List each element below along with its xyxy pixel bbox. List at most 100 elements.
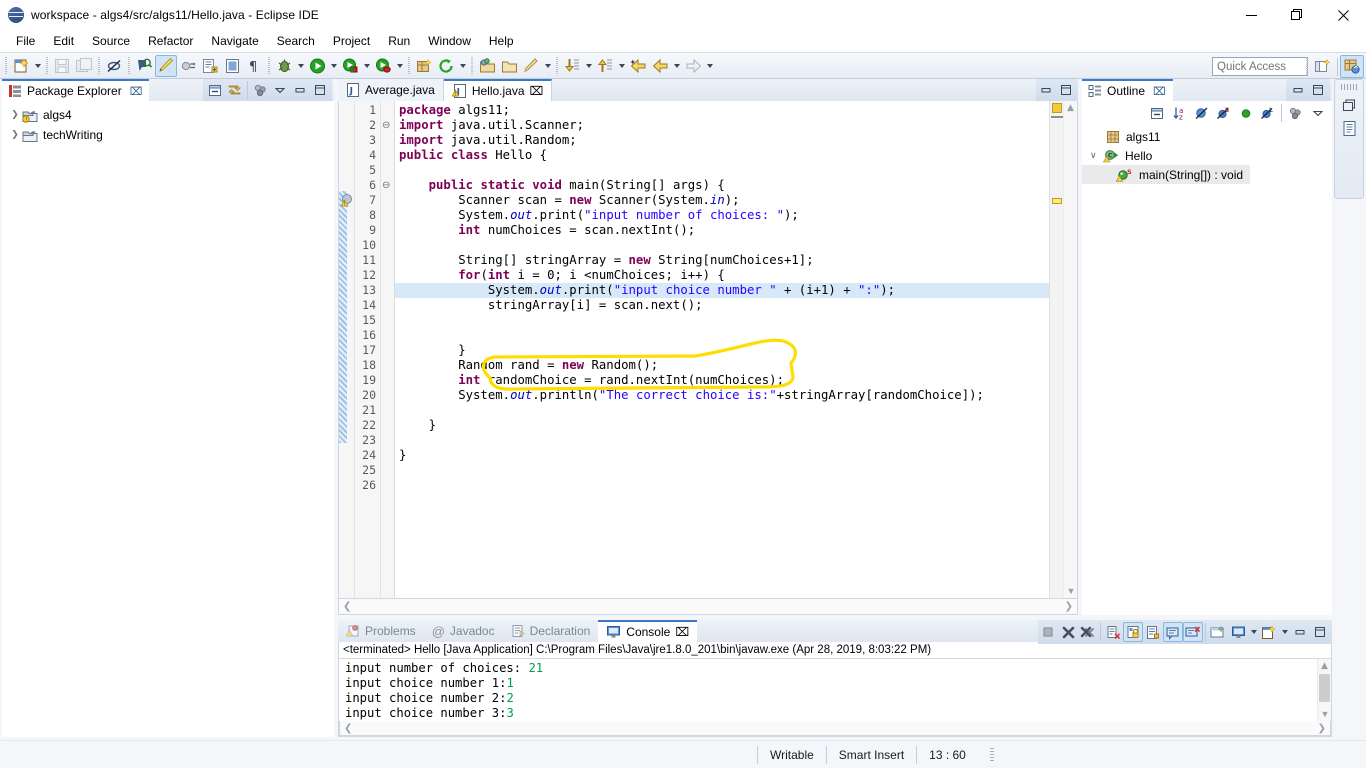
scroll-lock-icon[interactable]	[1123, 622, 1143, 642]
code-line[interactable]	[395, 403, 1049, 418]
code-line[interactable]: int randomChoice = rand.nextInt(numChoic…	[395, 373, 1049, 388]
overview-warning-marker[interactable]	[1052, 103, 1062, 113]
scroll-left-icon[interactable]: ❮	[344, 723, 352, 734]
code-line[interactable]: import java.util.Random;	[395, 133, 1049, 148]
scroll-right-icon[interactable]: ❯	[1318, 723, 1326, 734]
remove-launch-icon[interactable]	[1058, 622, 1078, 642]
close-button[interactable]	[1320, 0, 1366, 30]
menu-window[interactable]: Window	[419, 32, 480, 50]
scroll-left-icon[interactable]: ❮	[343, 601, 351, 612]
open-type-icon[interactable]	[177, 55, 199, 77]
open-perspective-icon[interactable]	[1311, 55, 1335, 78]
open-resource-icon[interactable]	[476, 55, 498, 77]
overview-ruler[interactable]	[1049, 101, 1063, 598]
toggle-breakpoint-icon[interactable]	[221, 55, 243, 77]
remove-all-launches-icon[interactable]	[1078, 622, 1098, 642]
code-line[interactable]: public class Hello {	[395, 148, 1049, 163]
menu-project[interactable]: Project	[324, 32, 379, 50]
code-line[interactable]: }	[395, 448, 1049, 463]
code-line[interactable]: System.out.print("input number of choice…	[395, 208, 1049, 223]
minimize-console-icon[interactable]	[1290, 622, 1310, 642]
code-line[interactable]: System.out.println("The correct choice i…	[395, 388, 1049, 403]
save-all-icon[interactable]	[73, 55, 95, 77]
code-editor[interactable]: ! 12345678910111213141516171819202122232…	[338, 101, 1078, 599]
hide-static-icon[interactable]: S	[1213, 103, 1234, 124]
forward-navigation-icon[interactable]	[682, 55, 704, 77]
scroll-down-icon[interactable]: ▼	[1064, 584, 1078, 598]
external-tools-icon[interactable]	[199, 55, 221, 77]
search-marker-icon[interactable]	[133, 55, 155, 77]
status-drag-handle[interactable]	[990, 748, 994, 762]
scroll-down-icon[interactable]: ▼	[1318, 707, 1332, 721]
code-line[interactable]	[395, 478, 1049, 493]
code-line[interactable]: String[] stringArray = new String[numCho…	[395, 253, 1049, 268]
new-console-view-icon[interactable]	[1259, 622, 1279, 642]
refresh-dropdown-icon[interactable]	[457, 55, 468, 77]
code-text-area[interactable]: package algs11;import java.util.Scanner;…	[395, 101, 1049, 598]
close-icon[interactable]: ⌧	[1153, 85, 1166, 98]
run-icon[interactable]	[306, 55, 328, 77]
coverage-dropdown-icon[interactable]	[394, 55, 405, 77]
code-line[interactable]: for(int i = 0; i <numChoices; i++) {	[395, 268, 1049, 283]
menu-source[interactable]: Source	[83, 32, 139, 50]
scroll-up-icon[interactable]: ▲	[1064, 101, 1077, 115]
tab-declaration[interactable]: Declaration	[503, 620, 599, 642]
collapse-all-icon[interactable]	[205, 80, 225, 100]
fold-toggle-icon[interactable]: ⊖	[381, 118, 394, 133]
run-external-tools-icon[interactable]	[339, 55, 361, 77]
tab-console[interactable]: Console ⌧	[598, 620, 697, 642]
quick-fix-pen-icon[interactable]	[155, 55, 177, 77]
terminate-icon[interactable]	[1038, 622, 1058, 642]
menu-help[interactable]: Help	[480, 32, 523, 50]
java-perspective-icon[interactable]	[1340, 55, 1364, 78]
console-scroll-thumb[interactable]	[1319, 674, 1330, 702]
run-dropdown-icon[interactable]	[328, 55, 339, 77]
outline-view-menu-icon[interactable]	[1307, 103, 1328, 124]
show-console-on-output-icon[interactable]	[1143, 622, 1163, 642]
tab-javadoc[interactable]: @ Javadoc	[424, 620, 503, 642]
no-marker-icon[interactable]	[103, 55, 125, 77]
expand-twisty-icon[interactable]: ❯	[8, 130, 22, 140]
annotation-marker-icon[interactable]	[520, 55, 542, 77]
tab-average-java[interactable]: J Average.java	[338, 79, 444, 101]
console-horizontal-scrollbar[interactable]: ❮ ❯	[339, 721, 1331, 736]
maximize-view-icon[interactable]	[310, 80, 330, 100]
quick-access-input[interactable]	[1212, 57, 1308, 76]
open-console-icon[interactable]	[1208, 622, 1228, 642]
drag-handle-dots-icon[interactable]	[1341, 84, 1357, 90]
tab-package-explorer[interactable]: Package Explorer ⌧	[2, 79, 149, 101]
tree-item-algs4[interactable]: ❯ ! algs4	[8, 105, 334, 125]
outline-fastview-icon[interactable]	[1341, 120, 1358, 137]
minimize-outline-icon[interactable]	[1288, 80, 1308, 100]
expand-twisty-icon[interactable]: ❯	[8, 110, 22, 120]
clear-console-icon[interactable]	[1103, 622, 1123, 642]
minimize-view-icon[interactable]	[290, 80, 310, 100]
menu-navigate[interactable]: Navigate	[202, 32, 267, 50]
console-vertical-scrollbar[interactable]: ▲ ▼	[1317, 659, 1331, 721]
minimize-button[interactable]	[1228, 0, 1274, 30]
sort-alphabetically-icon[interactable]: a z	[1169, 103, 1190, 124]
maximize-editor-icon[interactable]	[1056, 80, 1076, 100]
collapse-twisty-icon[interactable]: ∨	[1090, 151, 1103, 161]
new-wizard-icon[interactable]	[10, 55, 32, 77]
hide-local-types-icon[interactable]: L	[1257, 103, 1278, 124]
close-icon[interactable]: ⌧	[130, 85, 143, 98]
paragraph-mark-icon[interactable]: ¶	[243, 55, 265, 77]
close-icon[interactable]: ⌧	[530, 84, 544, 98]
code-line[interactable]	[395, 433, 1049, 448]
scroll-right-icon[interactable]: ❯	[1065, 601, 1073, 612]
code-line[interactable]: public static void main(String[] args) {	[395, 178, 1049, 193]
warning-marker-icon[interactable]: !	[340, 193, 354, 207]
view-menu-dots-icon[interactable]	[250, 80, 270, 100]
menu-edit[interactable]: Edit	[44, 32, 83, 50]
console-output-text[interactable]: input number of choices: 21input choice …	[339, 659, 1317, 721]
forward-dropdown-icon[interactable]	[704, 55, 715, 77]
maximize-outline-icon[interactable]	[1308, 80, 1328, 100]
code-line[interactable]: Random rand = new Random();	[395, 358, 1049, 373]
editor-vertical-scrollbar[interactable]: ▲ ▼	[1063, 101, 1077, 598]
new-console-dropdown-icon[interactable]	[1279, 621, 1290, 643]
outline-item-method[interactable]: S main(String[]) : void	[1082, 165, 1250, 184]
menu-file[interactable]: File	[7, 32, 44, 50]
annotation-dropdown-icon[interactable]	[542, 55, 553, 77]
editor-horizontal-scrollbar[interactable]: ❮ ❯	[338, 599, 1078, 615]
